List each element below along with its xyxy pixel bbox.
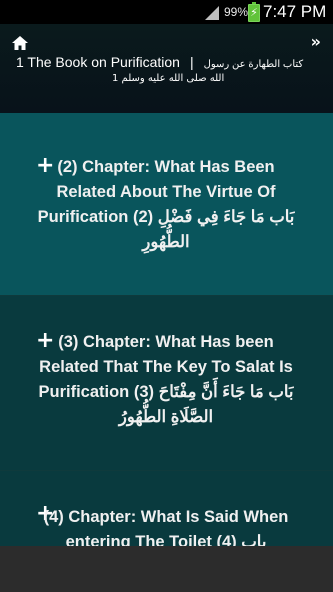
list-item[interactable]: + (3) Chapter: What Has been Related Tha… (0, 296, 333, 471)
status-bar: 99% ⚡ 7:47 PM (0, 0, 333, 24)
bottom-bar (0, 546, 333, 592)
page-title: 1 The Book on Purification | كتاب الطهارة … (16, 54, 326, 73)
list-item-text: (4) Chapter: What Is Said When entering … (43, 508, 289, 546)
title-arabic-line2: الله صلى الله عليه وسلم 1 (112, 73, 225, 84)
battery-percent: 99% (224, 5, 249, 19)
list-item-text: (3) Chapter: What Has been Related That … (38, 333, 294, 426)
title-separator: | (189, 54, 194, 70)
app-header: » 1 The Book on Purification | كتاب الطهار… (0, 24, 333, 113)
clock: 7:47 PM (263, 2, 327, 21)
home-icon[interactable] (12, 36, 28, 50)
title-arabic: كتاب الطهارة عن رسول (203, 59, 304, 70)
list-item[interactable]: + (2) Chapter: What Has Been Related Abo… (0, 113, 333, 296)
title-english: 1 The Book on Purification (16, 54, 180, 70)
double-chevron-right-icon[interactable]: » (311, 32, 321, 51)
list-item-text: (2) Chapter: What Has Been Related About… (37, 158, 295, 251)
battery-charging-icon: ⚡ (248, 2, 260, 22)
signal-icon (205, 6, 219, 20)
list-item[interactable]: + (4) Chapter: What Is Said When enterin… (0, 471, 333, 546)
chapter-list: + (2) Chapter: What Has Been Related Abo… (0, 113, 333, 546)
